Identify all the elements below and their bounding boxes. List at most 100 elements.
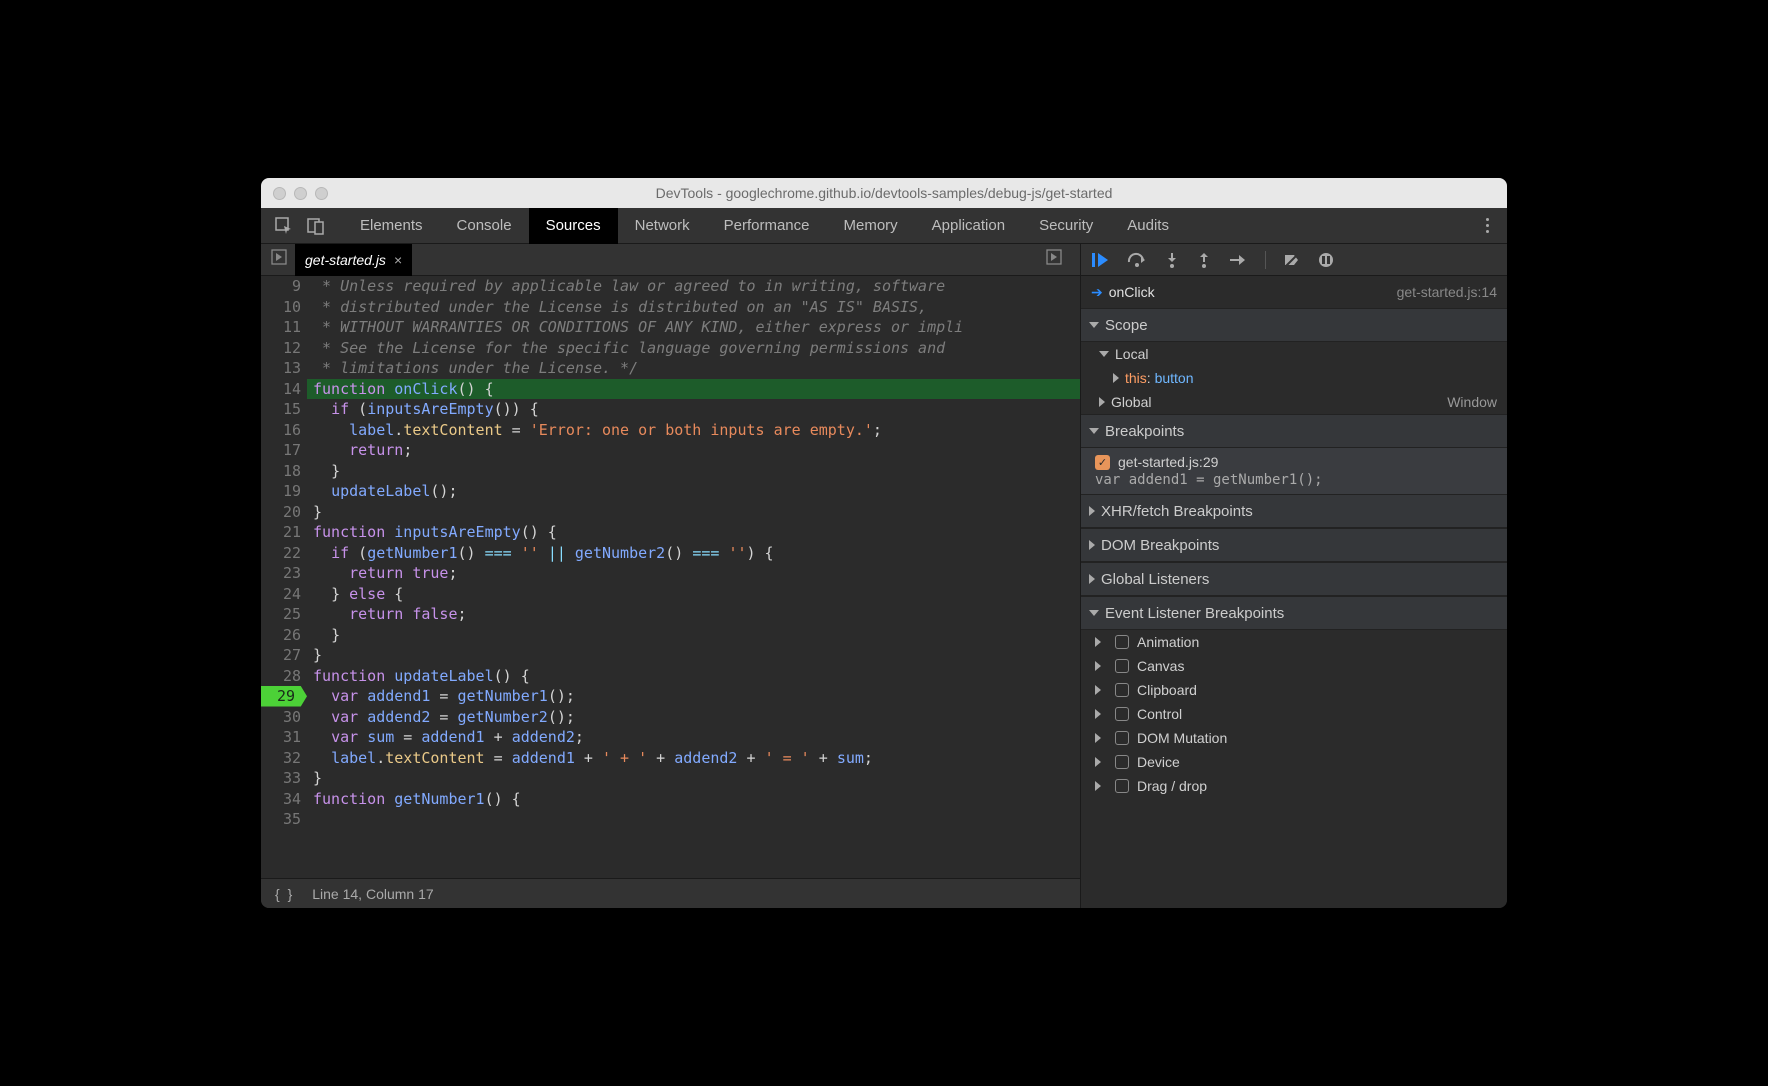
- code-line[interactable]: if (inputsAreEmpty()) {: [307, 399, 1080, 420]
- code-line[interactable]: function onClick() {: [307, 379, 1080, 400]
- minimize-window-button[interactable]: [294, 187, 307, 200]
- code-line[interactable]: }: [307, 768, 1080, 789]
- scope-local[interactable]: Local: [1081, 342, 1507, 366]
- event-checkbox[interactable]: [1115, 635, 1129, 649]
- close-tab-icon[interactable]: ×: [394, 252, 402, 268]
- device-toggle-icon[interactable]: [307, 217, 325, 235]
- close-window-button[interactable]: [273, 187, 286, 200]
- line-number[interactable]: 11: [261, 317, 301, 338]
- panel-tab-sources[interactable]: Sources: [529, 208, 618, 244]
- line-number[interactable]: 13: [261, 358, 301, 379]
- scope-this[interactable]: this: button: [1081, 366, 1507, 390]
- event-category-row[interactable]: Drag / drop: [1081, 774, 1507, 798]
- section-header[interactable]: Global Listeners: [1081, 562, 1507, 596]
- code-line[interactable]: function getNumber1() {: [307, 789, 1080, 810]
- line-number[interactable]: 28: [261, 666, 301, 687]
- line-number[interactable]: 33: [261, 768, 301, 789]
- line-number[interactable]: 22: [261, 543, 301, 564]
- line-number[interactable]: 35: [261, 809, 301, 830]
- more-options-icon[interactable]: [1486, 218, 1489, 233]
- line-gutter[interactable]: 9101112131415161718192021222324252627282…: [261, 276, 307, 878]
- line-number[interactable]: 26: [261, 625, 301, 646]
- step-button[interactable]: [1229, 253, 1247, 267]
- line-number[interactable]: 19: [261, 481, 301, 502]
- code-line[interactable]: * WITHOUT WARRANTIES OR CONDITIONS OF AN…: [307, 317, 1080, 338]
- step-over-button[interactable]: [1127, 252, 1147, 268]
- code-line[interactable]: }: [307, 625, 1080, 646]
- call-stack-frame[interactable]: ➔ onClick get-started.js:14: [1081, 276, 1507, 308]
- section-header[interactable]: XHR/fetch Breakpoints: [1081, 494, 1507, 528]
- code-line[interactable]: if (getNumber1() === '' || getNumber2() …: [307, 543, 1080, 564]
- line-number[interactable]: 24: [261, 584, 301, 605]
- line-number[interactable]: 9: [261, 276, 301, 297]
- event-category-row[interactable]: Clipboard: [1081, 678, 1507, 702]
- code-editor[interactable]: 9101112131415161718192021222324252627282…: [261, 276, 1080, 878]
- event-checkbox[interactable]: [1115, 755, 1129, 769]
- line-number[interactable]: 23: [261, 563, 301, 584]
- event-checkbox[interactable]: [1115, 731, 1129, 745]
- line-number[interactable]: 12: [261, 338, 301, 359]
- panel-tab-memory[interactable]: Memory: [827, 208, 915, 244]
- line-number[interactable]: 29: [261, 686, 301, 707]
- code-line[interactable]: label.textContent = 'Error: one or both …: [307, 420, 1080, 441]
- breakpoint-marker[interactable]: 29: [261, 686, 307, 707]
- step-out-button[interactable]: [1197, 252, 1211, 268]
- code-line[interactable]: }: [307, 502, 1080, 523]
- line-number[interactable]: 14: [261, 379, 301, 400]
- event-category-row[interactable]: Canvas: [1081, 654, 1507, 678]
- code-line[interactable]: label.textContent = addend1 + ' + ' + ad…: [307, 748, 1080, 769]
- panel-tab-security[interactable]: Security: [1022, 208, 1110, 244]
- code-line[interactable]: var sum = addend1 + addend2;: [307, 727, 1080, 748]
- code-line[interactable]: return false;: [307, 604, 1080, 625]
- event-checkbox[interactable]: [1115, 707, 1129, 721]
- panel-tab-elements[interactable]: Elements: [343, 208, 440, 244]
- deactivate-breakpoints-button[interactable]: [1284, 252, 1300, 268]
- event-checkbox[interactable]: [1115, 659, 1129, 673]
- line-number[interactable]: 15: [261, 399, 301, 420]
- line-number[interactable]: 32: [261, 748, 301, 769]
- code-line[interactable]: [307, 809, 1080, 830]
- code-line[interactable]: return;: [307, 440, 1080, 461]
- panel-tab-network[interactable]: Network: [618, 208, 707, 244]
- file-tab[interactable]: get-started.js ×: [295, 244, 412, 276]
- inspect-element-icon[interactable]: [275, 217, 293, 235]
- code-line[interactable]: updateLabel();: [307, 481, 1080, 502]
- panel-tab-application[interactable]: Application: [915, 208, 1022, 244]
- line-number[interactable]: 21: [261, 522, 301, 543]
- event-checkbox[interactable]: [1115, 683, 1129, 697]
- code-line[interactable]: * limitations under the License. */: [307, 358, 1080, 379]
- breakpoint-checkbox[interactable]: ✓: [1095, 455, 1110, 470]
- code-line[interactable]: * distributed under the License is distr…: [307, 297, 1080, 318]
- zoom-window-button[interactable]: [315, 187, 328, 200]
- line-number[interactable]: 16: [261, 420, 301, 441]
- panel-tab-console[interactable]: Console: [440, 208, 529, 244]
- line-number[interactable]: 17: [261, 440, 301, 461]
- section-header[interactable]: Event Listener Breakpoints: [1081, 596, 1507, 630]
- scope-section-header[interactable]: Scope: [1081, 308, 1507, 342]
- panel-tab-performance[interactable]: Performance: [707, 208, 827, 244]
- line-number[interactable]: 10: [261, 297, 301, 318]
- event-category-row[interactable]: Device: [1081, 750, 1507, 774]
- code-line[interactable]: } else {: [307, 584, 1080, 605]
- breakpoint-item[interactable]: ✓ get-started.js:29 var addend1 = getNum…: [1081, 448, 1507, 494]
- pretty-print-icon[interactable]: { }: [275, 886, 294, 902]
- navigator-toggle-icon[interactable]: [271, 249, 287, 270]
- event-category-row[interactable]: Animation: [1081, 630, 1507, 654]
- resume-button[interactable]: [1091, 252, 1109, 268]
- line-number[interactable]: 25: [261, 604, 301, 625]
- step-into-button[interactable]: [1165, 252, 1179, 268]
- breakpoints-section-header[interactable]: Breakpoints: [1081, 414, 1507, 448]
- event-category-row[interactable]: Control: [1081, 702, 1507, 726]
- code-line[interactable]: function updateLabel() {: [307, 666, 1080, 687]
- scope-global[interactable]: GlobalWindow: [1081, 390, 1507, 414]
- code-line[interactable]: return true;: [307, 563, 1080, 584]
- debugger-toggle-icon[interactable]: [1046, 249, 1062, 270]
- code-line[interactable]: * Unless required by applicable law or a…: [307, 276, 1080, 297]
- event-category-row[interactable]: DOM Mutation: [1081, 726, 1507, 750]
- line-number[interactable]: 31: [261, 727, 301, 748]
- line-number[interactable]: 18: [261, 461, 301, 482]
- code-line[interactable]: var addend1 = getNumber1();: [307, 686, 1080, 707]
- code-line[interactable]: }: [307, 461, 1080, 482]
- panel-tab-audits[interactable]: Audits: [1110, 208, 1186, 244]
- code-line[interactable]: var addend2 = getNumber2();: [307, 707, 1080, 728]
